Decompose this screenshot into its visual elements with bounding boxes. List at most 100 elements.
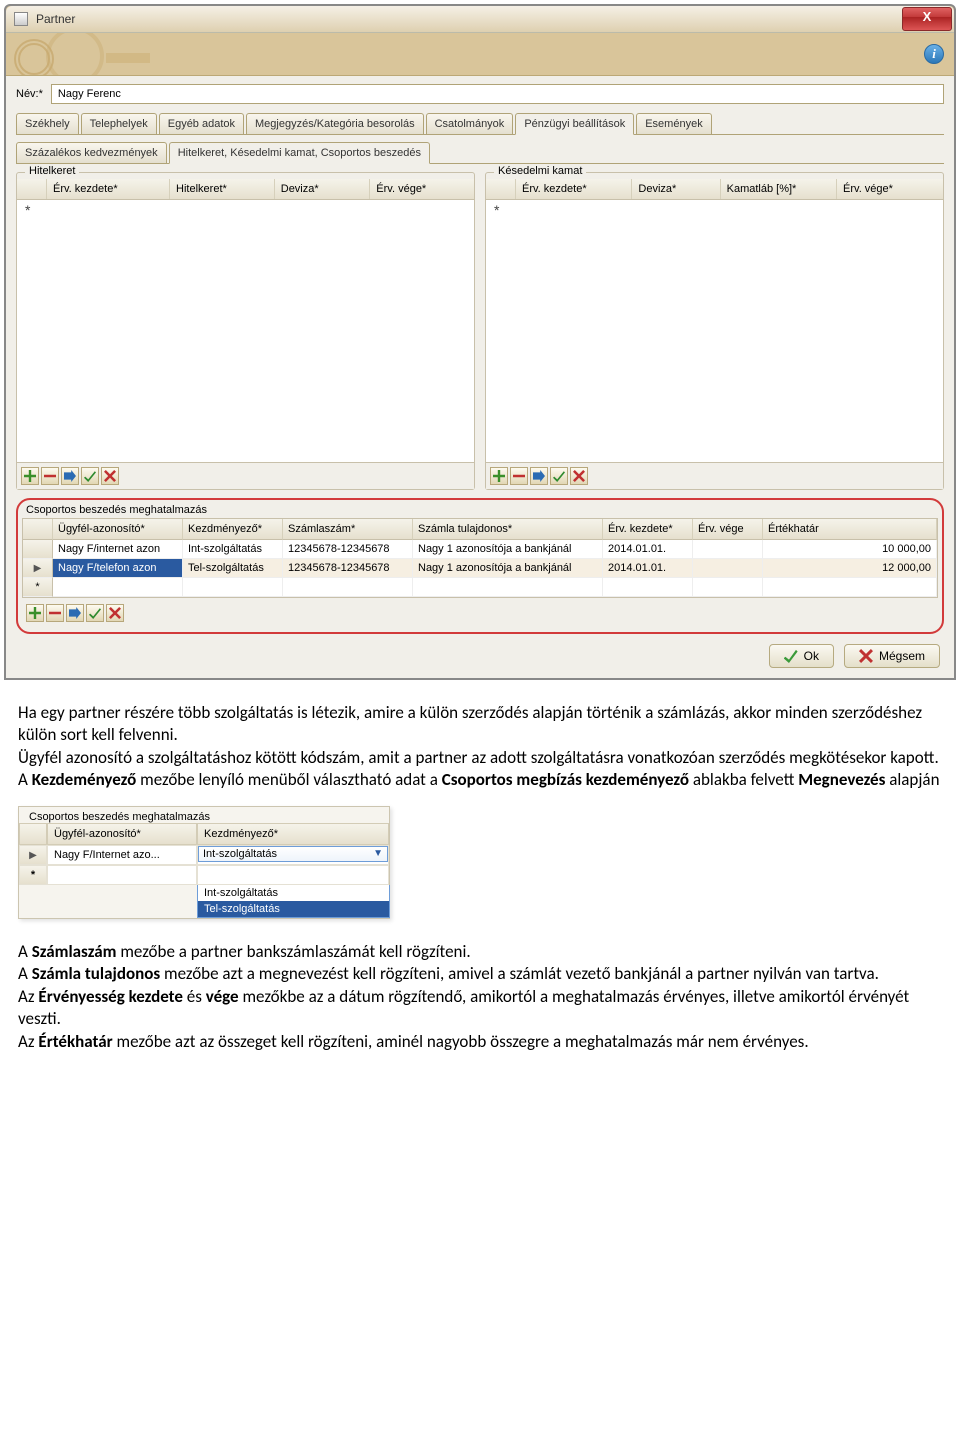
col-ertekhatar[interactable]: Értékhatár: [763, 519, 937, 540]
col-erv-vege2[interactable]: Érv. vége*: [837, 179, 943, 199]
ok-label: Ok: [804, 649, 819, 663]
cell-kezdm[interactable]: Int-szolgáltatás: [183, 540, 283, 559]
add-icon[interactable]: [490, 467, 508, 485]
tab-egyeb[interactable]: Egyéb adatok: [159, 113, 244, 134]
name-input[interactable]: [51, 84, 944, 104]
confirm-icon[interactable]: [86, 604, 104, 622]
apply-icon[interactable]: [66, 604, 84, 622]
cell-szamla[interactable]: 12345678-12345678: [283, 540, 413, 559]
tab-szekhely[interactable]: Székhely: [16, 113, 79, 134]
cell-ertek[interactable]: 12 000,00: [763, 559, 937, 578]
check-icon: [784, 649, 798, 663]
tab-penzugyi[interactable]: Pénzügyi beállítások: [515, 113, 634, 135]
cell-ugyfel-selected[interactable]: Nagy F/telefon azon: [53, 559, 183, 578]
cell-ugyfel[interactable]: Nagy F/internet azon: [53, 540, 183, 559]
col-hitelkeret[interactable]: Hitelkeret*: [170, 179, 275, 199]
mini-row[interactable]: Nagy F/Internet azo... Int-szolgáltatás …: [19, 845, 389, 865]
col-erv-vege[interactable]: Érv. vége*: [370, 179, 474, 199]
mini-header: Ügyfél-azonosító* Kezdményező*: [19, 823, 389, 845]
mini-option-highlighted[interactable]: Tel-szolgáltatás: [198, 901, 389, 917]
subtab-szazalekos[interactable]: Százalékos kedvezmények: [16, 142, 167, 163]
main-tabs: Székhely Telephelyek Egyéb adatok Megjeg…: [16, 112, 944, 135]
group-title-hitelkeret: Hitelkeret: [25, 165, 79, 177]
col-erv-kezdete[interactable]: Érv. kezdete*: [47, 179, 170, 199]
auth-row[interactable]: Nagy F/internet azon Int-szolgáltatás 12…: [23, 540, 937, 559]
tab-megjegyzes[interactable]: Megjegyzés/Kategória besorolás: [246, 113, 424, 134]
cell-kezd[interactable]: 2014.01.01.: [603, 559, 693, 578]
col-deviza2[interactable]: Deviza*: [632, 179, 720, 199]
mini-selected: Int-szolgáltatás: [203, 848, 277, 860]
confirm-icon[interactable]: [81, 467, 99, 485]
add-icon[interactable]: [21, 467, 39, 485]
sub-tabs: Százalékos kedvezmények Hitelkeret, Kése…: [16, 141, 944, 164]
kesedelmi-grid[interactable]: *: [486, 200, 943, 463]
cancel-icon[interactable]: [101, 467, 119, 485]
info-icon[interactable]: i: [924, 44, 944, 64]
apply-icon[interactable]: [530, 467, 548, 485]
chevron-down-icon: ▼: [373, 848, 383, 859]
cell-tulaj[interactable]: Nagy 1 azonosítója a bankjánál: [413, 559, 603, 578]
hitelkeret-toolbar: [17, 463, 474, 489]
mini-cell-ugyfel[interactable]: Nagy F/Internet azo...: [47, 845, 197, 865]
col-erv-kezdete2[interactable]: Érv. kezdete*: [516, 179, 632, 199]
cell-vege[interactable]: [693, 540, 763, 559]
col-ugyfel[interactable]: Ügyfél-azonosító*: [53, 519, 183, 540]
auth-row[interactable]: Nagy F/telefon azon Tel-szolgáltatás 123…: [23, 559, 937, 578]
ribbon: i: [6, 33, 954, 76]
cell-kezd[interactable]: 2014.01.01.: [603, 540, 693, 559]
auth-group-highlighted: Csoportos beszedés meghatalmazás Ügyfél-…: [16, 498, 944, 634]
name-label: Név:*: [16, 88, 43, 100]
window-title: Partner: [36, 12, 75, 26]
cell-tulaj[interactable]: Nagy 1 azonosítója a bankjánál: [413, 540, 603, 559]
kesedelmi-toolbar: [486, 463, 943, 489]
titlebar[interactable]: Partner X: [6, 6, 954, 33]
auth-toolbar: [22, 598, 938, 626]
body-area: Név:* Székhely Telephelyek Egyéb adatok …: [6, 76, 954, 678]
hitelkeret-grid[interactable]: *: [17, 200, 474, 463]
close-button[interactable]: X: [902, 7, 952, 31]
cell-szamla[interactable]: 12345678-12345678: [283, 559, 413, 578]
auth-grid[interactable]: Ügyfél-azonosító* Kezdményező* Számlaszá…: [22, 518, 938, 598]
col-kezdmenyezo[interactable]: Kezdményező*: [183, 519, 283, 540]
cell-kezdm[interactable]: Tel-szolgáltatás: [183, 559, 283, 578]
mini-col-ugyfel[interactable]: Ügyfél-azonosító*: [47, 823, 197, 845]
kesedelmi-header: Érv. kezdete* Deviza* Kamatláb [%]* Érv.…: [486, 179, 943, 200]
delete-icon[interactable]: [41, 467, 59, 485]
delete-icon[interactable]: [46, 604, 64, 622]
col-kamatlab[interactable]: Kamatláb [%]*: [721, 179, 837, 199]
cell-vege[interactable]: [693, 559, 763, 578]
mini-option[interactable]: Int-szolgáltatás: [198, 885, 389, 901]
delete-icon[interactable]: [510, 467, 528, 485]
auth-title: Csoportos beszedés meghatalmazás: [22, 502, 938, 518]
tab-telephelyek[interactable]: Telephelyek: [81, 113, 157, 134]
ok-button[interactable]: Ok: [769, 644, 834, 668]
partner-window: Partner X i Név:* Székhely Telephelyek E…: [4, 4, 956, 680]
cancel-icon[interactable]: [106, 604, 124, 622]
mini-combo[interactable]: Int-szolgáltatás ▼: [198, 846, 388, 862]
hitelkeret-header: Érv. kezdete* Hitelkeret* Deviza* Érv. v…: [17, 179, 474, 200]
col-deviza[interactable]: Deviza*: [275, 179, 371, 199]
col-erv-vege3[interactable]: Érv. vége: [693, 519, 763, 540]
col-szamlaszam[interactable]: Számlaszám*: [283, 519, 413, 540]
mini-col-kezdmenyezo[interactable]: Kezdményező*: [197, 823, 389, 845]
article-text: Ha egy partner részére több szolgáltatás…: [18, 702, 942, 792]
cancel-button[interactable]: Mégsem: [844, 644, 940, 668]
article-text-2: A Számlaszám mezőbe a partner bankszámla…: [18, 941, 942, 1053]
mini-dropdown[interactable]: Int-szolgáltatás Tel-szolgáltatás: [197, 885, 390, 918]
col-erv-kezdete3[interactable]: Érv. kezdete*: [603, 519, 693, 540]
group-title-kesedelmi: Késedelmi kamat: [494, 165, 586, 177]
cell-ertek[interactable]: 10 000,00: [763, 540, 937, 559]
add-icon[interactable]: [26, 604, 44, 622]
tab-esemenyek[interactable]: Események: [636, 113, 711, 134]
tab-csatolmanyok[interactable]: Csatolmányok: [426, 113, 514, 134]
dialog-actions: Ok Mégsem: [16, 634, 944, 668]
auth-new-row[interactable]: *: [23, 578, 937, 597]
cancel-icon[interactable]: [570, 467, 588, 485]
mini-row-empty[interactable]: [19, 865, 389, 885]
mini-screenshot: Csoportos beszedés meghatalmazás Ügyfél-…: [18, 806, 390, 919]
col-szamla-tulajdonos[interactable]: Számla tulajdonos*: [413, 519, 603, 540]
subtab-hitelkeret[interactable]: Hitelkeret, Késedelmi kamat, Csoportos b…: [169, 142, 430, 164]
confirm-icon[interactable]: [550, 467, 568, 485]
x-icon: [859, 649, 873, 663]
apply-icon[interactable]: [61, 467, 79, 485]
